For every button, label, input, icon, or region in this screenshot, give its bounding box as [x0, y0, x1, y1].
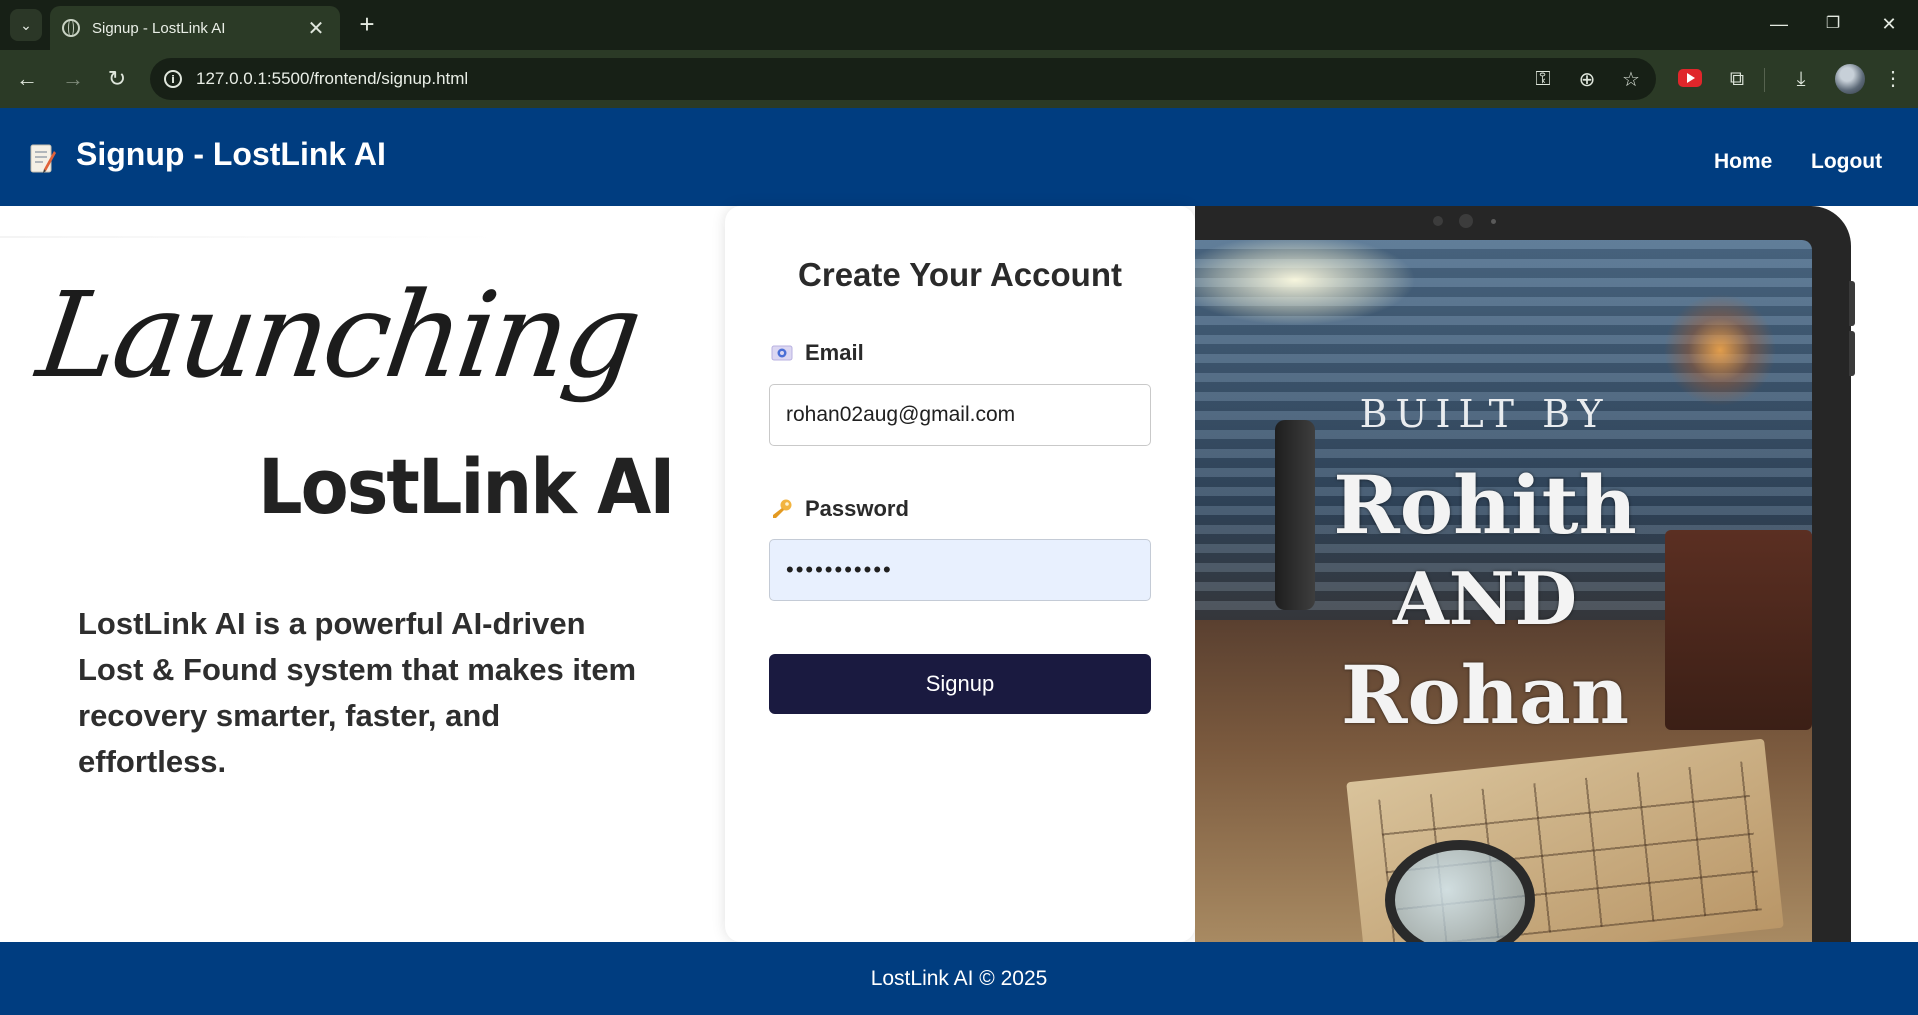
poster-panel: BUILT BY Rohith AND Rohan: [1195, 206, 1918, 942]
nav-logout-link[interactable]: Logout: [1811, 150, 1882, 174]
tab-close-icon[interactable]: ✕: [304, 16, 328, 41]
key-icon: [773, 499, 792, 518]
password-label: Password: [771, 496, 909, 522]
hero-description: LostLink AI is a powerful AI-driven Lost…: [78, 606, 637, 779]
password-key-icon[interactable]: ⚿: [1532, 68, 1554, 91]
form-title: Create Your Account: [798, 256, 1122, 293]
password-label-text: Password: [805, 496, 909, 521]
site-info-icon[interactable]: i: [164, 70, 182, 88]
poster-name-2: Rohan: [1340, 648, 1629, 742]
restore-icon[interactable]: ❐: [1810, 8, 1856, 40]
window-close-icon[interactable]: ✕: [1866, 8, 1912, 40]
site-footer: LostLink AI © 2025: [0, 942, 1918, 1015]
camera-dot: [1433, 216, 1443, 226]
browser-chrome: ⌄ Signup - LostLink AI ✕ + — ❐ ✕ ← → ↻ i…: [0, 0, 1918, 108]
address-bar[interactable]: i 127.0.0.1:5500/frontend/signup.html ⚿ …: [150, 58, 1656, 100]
email-label-text: Email: [805, 340, 864, 365]
signup-button[interactable]: Signup: [769, 654, 1151, 714]
globe-icon: [62, 19, 80, 37]
tablet-button: [1849, 281, 1855, 326]
url-text[interactable]: 127.0.0.1:5500/frontend/signup.html: [196, 69, 1510, 89]
minimize-icon[interactable]: —: [1756, 8, 1802, 40]
browser-toolbar: ← → ↻ i 127.0.0.1:5500/frontend/signup.h…: [0, 50, 1918, 108]
reload-icon[interactable]: ↻: [100, 62, 134, 96]
new-tab-icon[interactable]: +: [352, 10, 382, 40]
forward-icon[interactable]: →: [56, 62, 90, 96]
extensions-puzzle-icon[interactable]: ⧉: [1722, 64, 1752, 94]
toolbar-divider: [1764, 68, 1765, 92]
zoom-icon[interactable]: ⊕: [1576, 67, 1598, 92]
email-field[interactable]: [769, 384, 1151, 446]
footer-text: LostLink AI © 2025: [870, 966, 1048, 990]
poster-and: AND: [1392, 556, 1578, 641]
menu-kebab-icon[interactable]: ⋮: [1878, 64, 1908, 94]
site-header: Signup - LostLink AI Home Logout: [0, 108, 1918, 206]
tab-search-chevron-icon[interactable]: ⌄: [10, 9, 42, 41]
nav-home-link[interactable]: Home: [1714, 150, 1772, 174]
tab-title: Signup - LostLink AI: [92, 19, 226, 37]
tab-strip: ⌄ Signup - LostLink AI ✕ + — ❐ ✕: [0, 0, 1918, 50]
memo-icon: [30, 144, 56, 173]
hero-brand-heading: LostLink AI: [258, 442, 675, 532]
camera-lens: [1459, 214, 1473, 228]
browser-tab[interactable]: Signup - LostLink AI ✕: [50, 6, 340, 50]
page-title: Signup - LostLink AI: [76, 136, 386, 172]
poster-built-by: BUILT BY: [1359, 392, 1611, 436]
hero-script-heading: Launching: [30, 266, 646, 404]
divider: [0, 236, 500, 238]
camera-sensor: [1491, 219, 1496, 224]
profile-avatar[interactable]: [1835, 64, 1865, 94]
password-field[interactable]: [769, 539, 1151, 601]
youtube-extension-icon[interactable]: [1678, 69, 1702, 87]
bookmark-star-icon[interactable]: ☆: [1620, 67, 1642, 92]
tablet-button: [1849, 331, 1855, 376]
back-icon[interactable]: ←: [10, 62, 44, 96]
poster-name-1: Rohith: [1333, 458, 1637, 552]
tablet-frame: BUILT BY Rohith AND Rohan: [1195, 206, 1851, 942]
hero-intro: Launching LostLink AI LostLink AI is a p…: [0, 206, 725, 942]
email-label: Email: [771, 340, 864, 366]
signup-form-card: Create Your Account Email Password Signu…: [725, 206, 1195, 942]
poster-image: BUILT BY Rohith AND Rohan: [1195, 240, 1812, 942]
download-icon[interactable]: ⤓: [1786, 64, 1816, 94]
email-icon: [771, 345, 793, 361]
main-content: Launching LostLink AI LostLink AI is a p…: [0, 206, 1918, 942]
